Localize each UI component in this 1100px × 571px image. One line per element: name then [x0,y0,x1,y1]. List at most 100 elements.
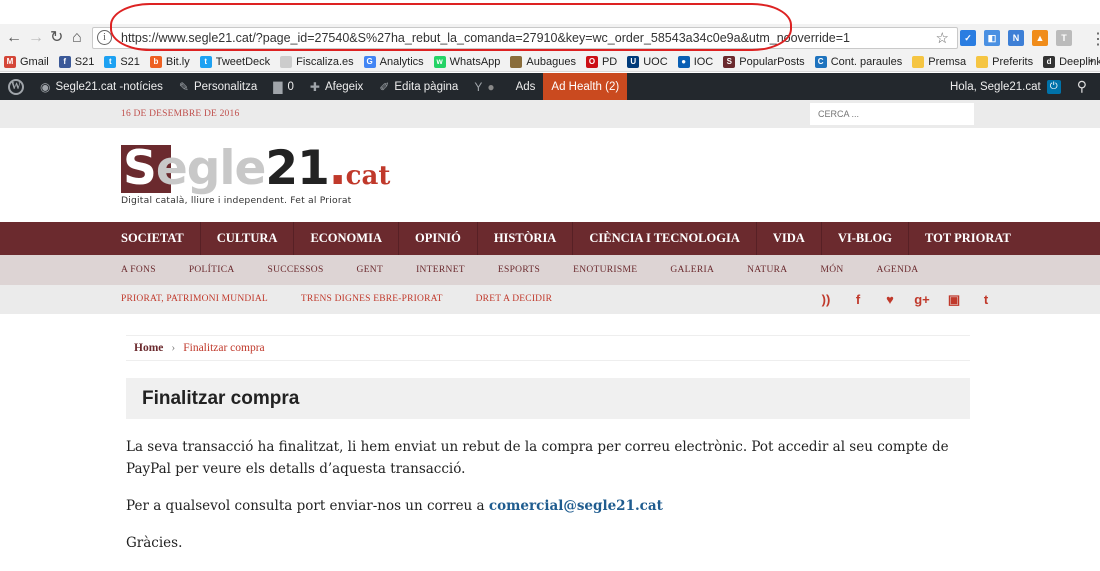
menu-kebab-icon[interactable]: ⋮ [1090,29,1100,49]
sub-nav-item[interactable]: A FONS [121,255,156,285]
bookmark-item[interactable]: C Cont. paraules [814,55,902,68]
bookmark-label: PD [601,55,618,68]
topic-nav-item[interactable]: PRIORAT, PATRIMONI MUNDIAL [121,285,268,314]
main-nav-item[interactable]: TOT PRIORAT [909,222,1027,255]
main-nav-item[interactable]: OPINIÓ [399,222,478,255]
admin-customize-link[interactable]: ✎ Personalitza [171,73,265,100]
site-tagline: Digital català, lliure i independent. Fe… [121,195,352,206]
bookmark-item[interactable]: U UOC [627,55,668,68]
page-content: La seva transacció ha finalitzat, li hem… [126,436,974,569]
bookmark-item[interactable]: Aubagues [510,55,576,68]
topic-nav-item[interactable]: DRET A DECIDIR [476,285,553,314]
extension-new-icon[interactable]: N [1008,30,1024,46]
facebook-icon[interactable]: f [842,292,874,307]
thanks-paragraph: Gràcies. [126,535,183,551]
site-logo[interactable]: Segle21.cat Digital català, lliure i ind… [121,141,390,207]
contact-email-link[interactable]: comercial@segle21.cat [489,498,663,514]
tumblr-icon[interactable]: t [970,292,1002,307]
bookmark-item[interactable]: t TweetDeck [199,55,271,68]
admin-customize-label: Personalitza [193,80,258,93]
admin-ads-link[interactable]: Ads [508,73,544,100]
sub-nav-item[interactable]: INTERNET [416,255,465,285]
extension-check-icon[interactable]: ✓ [960,30,976,46]
extension-orange-icon[interactable]: ▲ [1032,30,1048,46]
home-icon[interactable]: ⌂ [72,29,82,47]
admin-search-link[interactable]: ⚲ [1069,73,1100,100]
main-nav-item[interactable]: SOCIETAT [105,222,201,255]
bookmark-item[interactable]: t S21 [104,55,140,68]
main-nav-item[interactable]: ECONOMIA [294,222,399,255]
bookmark-item[interactable]: Premsa [912,55,967,68]
main-nav-item[interactable]: VI-BLOG [822,222,909,255]
sub-nav-item[interactable]: SUCCESSOS [268,255,324,285]
bookmark-item[interactable]: M Gmail [4,55,49,68]
main-nav-item[interactable]: HISTÒRIA [478,222,574,255]
main-nav-item[interactable]: VIDA [757,222,822,255]
rss-icon[interactable]: )) [810,292,842,307]
admin-seo-item[interactable]: Y ● [466,73,507,100]
sub-nav-item[interactable]: AGENDA [877,255,919,285]
sub-nav-item[interactable]: ENOTURISME [573,255,637,285]
twitter-icon[interactable]: ♥ [874,292,906,307]
sub-nav-item[interactable]: POLÍTICA [189,255,235,285]
admin-edit-link[interactable]: ✐ Edita pàgina [371,73,466,100]
main-nav-item[interactable]: CULTURA [201,222,295,255]
bookmark-label: WhatsApp [449,55,501,68]
topic-nav-item[interactable]: TRENS DIGNES EBRE-PRIORAT [301,285,443,314]
comment-icon: ▇ [273,79,283,94]
admin-adhealth-link[interactable]: Ad Health (2) [543,73,628,100]
bookmark-label: Premsa [928,55,967,68]
bookmark-star-icon[interactable]: ☆ [936,29,949,47]
url-annotation-circle [110,3,792,51]
bookmark-item[interactable]: Preferits [976,55,1033,68]
bookmark-item[interactable]: w WhatsApp [433,55,501,68]
bookmark-label: PopularPosts [739,55,805,68]
bookmark-label: TweetDeck [215,55,271,68]
site-date: 16 DE DESEMBRE DE 2016 [121,109,240,119]
sub-nav-item[interactable]: ESPORTS [498,255,540,285]
counter-icon: C [814,55,827,68]
extension-blue-icon[interactable]: ◧ [984,30,1000,46]
bookmark-item[interactable]: Fiscaliza.es [280,55,354,68]
forward-arrow-icon[interactable]: → [28,29,44,47]
bookmark-item[interactable]: f S21 [58,55,95,68]
page-title-box: Finalitzar compra [126,378,970,419]
folder-icon [976,55,989,68]
sub-nav-item[interactable]: GALERIA [670,255,714,285]
bookmark-item[interactable]: G Analytics [363,55,424,68]
admin-account-link[interactable]: Hola, Segle21.cat ⏻ [942,73,1069,100]
reload-icon[interactable]: ↻ [50,29,63,47]
site-top-bar: 16 DE DESEMBRE DE 2016 [0,100,1100,128]
bookmark-item[interactable]: ● IOC [677,55,713,68]
bookmarks-more-icon[interactable]: » [1088,55,1094,67]
bookmark-label: Bit.ly [165,55,190,68]
extension-grey-icon[interactable]: T [1056,30,1072,46]
sub-nav-item[interactable]: GENT [357,255,384,285]
logo-egle: egle [155,141,267,196]
bookmark-label: S21 [120,55,140,68]
sub-nav-item[interactable]: MÓN [820,255,843,285]
bookmark-item[interactable]: S PopularPosts [723,55,805,68]
page-title: Finalitzar compra [142,388,300,409]
logo-wordmark: Segle21.cat [123,141,390,196]
bookmark-item[interactable]: O PD [585,55,618,68]
logo-dot: . [328,141,347,196]
main-nav-item[interactable]: CIÈNCIA I TECNOLOGIA [573,222,757,255]
admin-site-link[interactable]: ◉ Segle21.cat -notícies [32,73,171,100]
instagram-icon[interactable]: ▣ [938,292,970,308]
back-arrow-icon[interactable]: ← [6,29,22,47]
bookmark-label: Gmail [20,55,49,68]
wp-logo-item[interactable]: W [0,73,32,100]
extension-icons: ✓ ◧ N ▲ T [960,30,1072,46]
bookmark-label: Analytics [379,55,424,68]
admin-comments-link[interactable]: ▇ 0 [265,73,302,100]
sub-nav-item[interactable]: NATURA [747,255,787,285]
breadcrumb-home-link[interactable]: Home [134,342,163,354]
confirmation-paragraph: La seva transacció ha finalitzat, li hem… [126,439,949,477]
bookmark-item[interactable]: b Bit.ly [149,55,190,68]
site-search-input[interactable] [810,103,974,125]
folder-icon [912,55,925,68]
admin-add-link[interactable]: ✚ Afegeix [302,73,371,100]
googleplus-icon[interactable]: g+ [906,292,938,307]
bookmark-label: S21 [74,55,95,68]
